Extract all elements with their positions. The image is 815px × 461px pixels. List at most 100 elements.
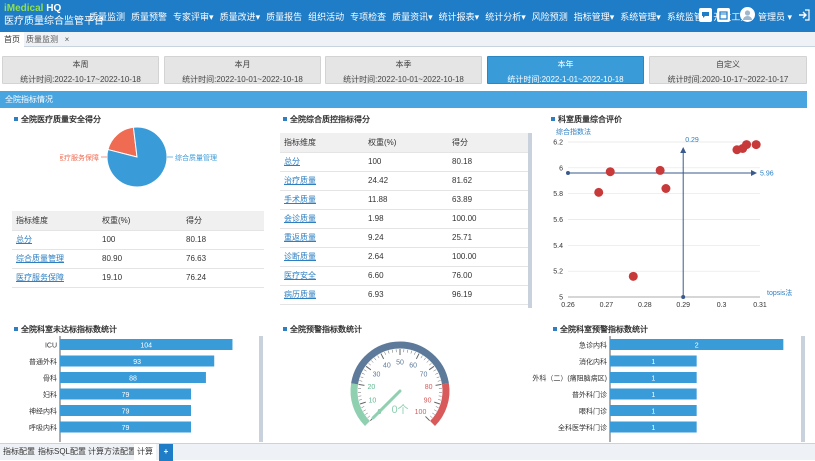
y-tick-label: 6 — [559, 165, 563, 172]
row-link[interactable]: 综合质量管理 — [16, 254, 64, 263]
bar-category-label: 妇科 — [43, 390, 57, 399]
table-cell: 9.24 — [364, 228, 448, 247]
calendar-icon[interactable] — [717, 8, 730, 22]
brand-name: iMedical — [4, 3, 43, 14]
gauge-tick — [411, 351, 412, 354]
gauge-tick — [388, 351, 389, 354]
row-link[interactable]: 总分 — [284, 157, 300, 166]
nav-item[interactable]: 统计报表▾ — [436, 10, 483, 23]
gauge-tick — [425, 416, 429, 420]
logout-icon[interactable] — [798, 9, 810, 21]
period-range: 统计时间:2022-1-01~2022-10-18 — [488, 70, 643, 85]
period-week[interactable]: 本周统计时间:2022-10-17~2022-10-18 — [2, 56, 159, 84]
nav-item[interactable]: 质量监测 — [86, 10, 128, 23]
period-custom[interactable]: 自定义统计时间:2020-10-17~2022-10-17 — [649, 56, 807, 84]
table-row: 重返质量 9.2425.71 — [280, 228, 530, 247]
bar-value-label: 104 — [140, 343, 152, 350]
gauge-tick — [438, 381, 441, 382]
bottom-tab-indicator-config[interactable]: 指标配置 — [0, 444, 38, 461]
panel-title: 全院综合质控指标得分 — [283, 114, 370, 125]
nav-item[interactable]: 质量预警 — [128, 10, 170, 23]
table-cell: 24.42 — [364, 171, 448, 190]
panel-title: 全院科室未达标指标数统计 — [14, 324, 117, 335]
period-label: 自定义 — [650, 57, 806, 70]
period-range: 统计时间:2022-10-01~2022-10-18 — [326, 70, 481, 85]
row-link[interactable]: 医疗服务保障 — [16, 273, 64, 282]
gauge-tick — [363, 410, 366, 411]
close-icon[interactable]: × — [65, 35, 70, 44]
tab-label: 质量监测 — [26, 35, 58, 44]
nav-item[interactable]: 质量报告 — [263, 10, 305, 23]
row-link[interactable]: 手术质量 — [284, 195, 316, 204]
bar-category-label: 消化内科 — [579, 357, 607, 366]
nav-item[interactable]: 专项检查 — [347, 10, 389, 23]
tab-bar: 首页 质量监测 × — [0, 32, 815, 47]
gauge-tick — [359, 381, 362, 382]
nav-item[interactable]: 组织活动 — [305, 10, 347, 23]
tab-home[interactable]: 首页 — [0, 32, 24, 47]
scatter-chart: 综合指数法55.25.45.65.866.20.260.270.280.290.… — [540, 124, 800, 314]
nav-item[interactable]: 专家评审▾ — [170, 10, 217, 23]
bar-value-label: 2 — [695, 343, 699, 350]
row-link[interactable]: 总分 — [16, 235, 32, 244]
table-row: 治疗质量 24.4281.62 — [280, 171, 530, 190]
bottom-tab-sql-config[interactable]: 指标SQL配置 — [35, 444, 89, 461]
nav-item[interactable]: 指标管理▾ — [571, 10, 618, 23]
bar-category-label: 急诊内科 — [579, 341, 607, 350]
bar-category-label: 普通外科 — [29, 357, 57, 366]
bottom-tab-compute[interactable]: 计算 — [134, 444, 156, 461]
gauge-tick-label: 10 — [369, 397, 377, 404]
nav-item[interactable]: 统计分析▾ — [482, 10, 529, 23]
row-link[interactable]: 诊断质量 — [284, 252, 316, 261]
row-link[interactable]: 重返质量 — [284, 233, 316, 242]
nav-item[interactable]: 质量资讯▾ — [389, 10, 436, 23]
add-tab-button[interactable]: + — [159, 444, 173, 461]
period-year[interactable]: 本年统计时间:2022-1-01~2022-10-18 — [487, 56, 644, 84]
gauge-tick — [371, 360, 373, 362]
chat-icon[interactable] — [699, 8, 712, 22]
gauge-tick-label: 90 — [424, 397, 432, 404]
gauge-tick — [364, 370, 367, 372]
y-tick-label: 5.6 — [553, 217, 563, 224]
table-row: 医疗服务保障19.1076.24 — [12, 268, 264, 287]
user-name[interactable]: 管理员 ▾ — [758, 10, 792, 23]
x-tick-label: 0.28 — [638, 302, 652, 309]
dept-bar-chart: ICU104普通外科93骨科88妇科79神经内科79呼吸内科79 — [0, 336, 262, 442]
bar-chart-scrollbar[interactable] — [801, 336, 805, 442]
column-header: 权重(%) — [364, 133, 448, 152]
period-label: 本年 — [488, 57, 643, 70]
bar-category-label: 神经内科 — [29, 407, 57, 416]
bottom-tab-method-config[interactable]: 计算方法配置 — [85, 444, 139, 461]
row-link[interactable]: 病历质量 — [284, 290, 316, 299]
bar-value-label: 1 — [651, 359, 655, 366]
table-scrollbar[interactable] — [528, 133, 532, 308]
gauge-tick — [424, 358, 426, 360]
period-month[interactable]: 本月统计时间:2022-10-01~2022-10-18 — [164, 56, 321, 84]
table-cell: 96.19 — [448, 285, 530, 304]
table-row: 总分10080.18 — [12, 230, 264, 249]
column-header: 得分 — [448, 133, 530, 152]
row-link[interactable]: 会诊质量 — [284, 214, 316, 223]
arrow-icon — [751, 170, 757, 176]
table-cell: 25.71 — [448, 228, 530, 247]
nav-item[interactable]: 风险预测 — [529, 10, 571, 23]
table-cell: 81.62 — [448, 171, 530, 190]
nav-item[interactable]: 系统管理▾ — [617, 10, 664, 23]
gauge-tick-label: 20 — [367, 384, 375, 391]
row-link[interactable]: 医疗安全 — [284, 271, 316, 280]
tab-quality-monitor[interactable]: 质量监测 × — [22, 32, 73, 47]
gauge-tick — [436, 406, 439, 407]
period-quarter[interactable]: 本季统计时间:2022-10-01~2022-10-18 — [325, 56, 482, 84]
gauge-tick — [377, 356, 379, 359]
row-link[interactable]: 治疗质量 — [284, 176, 316, 185]
table-row: 会诊质量1.98100.00 — [280, 209, 530, 228]
period-selector: 本周统计时间:2022-10-17~2022-10-18 本月统计时间:2022… — [0, 56, 815, 86]
gauge-tick — [368, 416, 370, 418]
bottom-tab-bar: 指标配置 指标SQL配置 计算方法配置 计算 + — [0, 443, 815, 460]
bar-category-label: 骨科 — [43, 374, 57, 383]
bar-category-label: 全科医学科门诊 — [558, 423, 607, 432]
avatar[interactable] — [740, 7, 755, 22]
nav-item[interactable]: 质量改进▾ — [217, 10, 264, 23]
table-row: 手术质量11.8863.89 — [280, 190, 530, 209]
bar-chart-scrollbar[interactable] — [259, 336, 263, 442]
